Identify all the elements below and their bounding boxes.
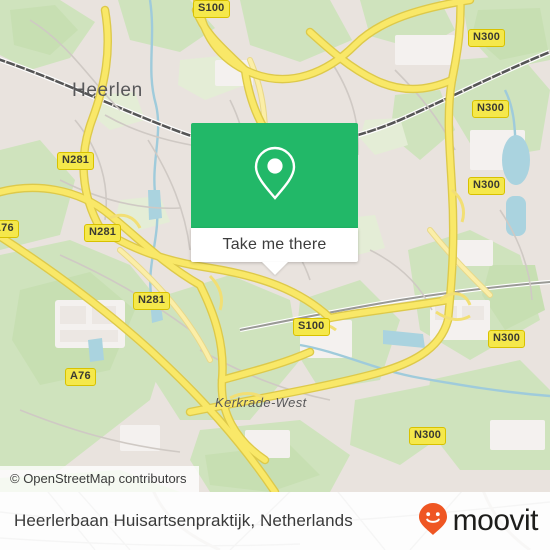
road-shield-a76: A76 xyxy=(65,368,96,386)
moovit-logo[interactable]: moovit xyxy=(418,492,539,550)
road-shield-n300-e: N300 xyxy=(409,427,447,445)
road-shield-n300-d: N300 xyxy=(488,330,526,348)
moovit-smiley-pin-icon xyxy=(418,502,448,541)
road-shield-s100-top: S100 xyxy=(193,0,230,18)
card-action-bar[interactable]: Take me there xyxy=(191,228,358,275)
road-shield-n281-b: N281 xyxy=(84,224,122,242)
card-icon-area xyxy=(191,123,358,228)
road-shield-n281-c: N281 xyxy=(133,292,171,310)
road-shield-n300-a: N300 xyxy=(468,29,506,47)
moovit-wordmark: moovit xyxy=(452,504,539,537)
take-me-there-card[interactable]: Take me there xyxy=(191,123,358,275)
road-shield-s100-bottom: S100 xyxy=(293,318,330,336)
take-me-there-label: Take me there xyxy=(222,236,327,253)
map-screenshot: Heerlen Kerkrade-West S100 N300 N300 N30… xyxy=(0,0,550,550)
road-shield-n300-c: N300 xyxy=(468,177,506,195)
place-title: Heerlerbaan Huisartsenpraktijk, Netherla… xyxy=(14,511,353,530)
footer-bar: Heerlerbaan Huisartsenpraktijk, Netherla… xyxy=(0,492,550,550)
map-pin-icon xyxy=(253,145,297,206)
map-attribution[interactable]: © OpenStreetMap contributors xyxy=(0,466,199,492)
card-pointer-tail xyxy=(261,262,288,275)
road-shield-a76-left: A76 xyxy=(0,220,19,238)
road-shield-n300-b: N300 xyxy=(472,100,510,118)
road-shield-n281-a: N281 xyxy=(57,152,95,170)
